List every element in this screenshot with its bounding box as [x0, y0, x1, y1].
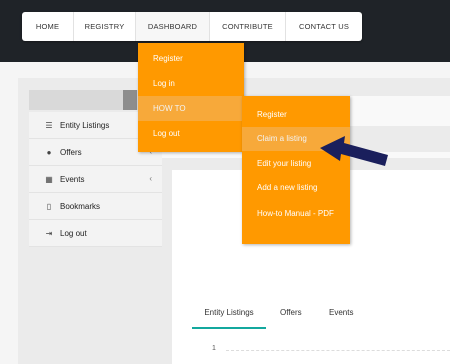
pointer-arrow-icon [320, 136, 388, 166]
